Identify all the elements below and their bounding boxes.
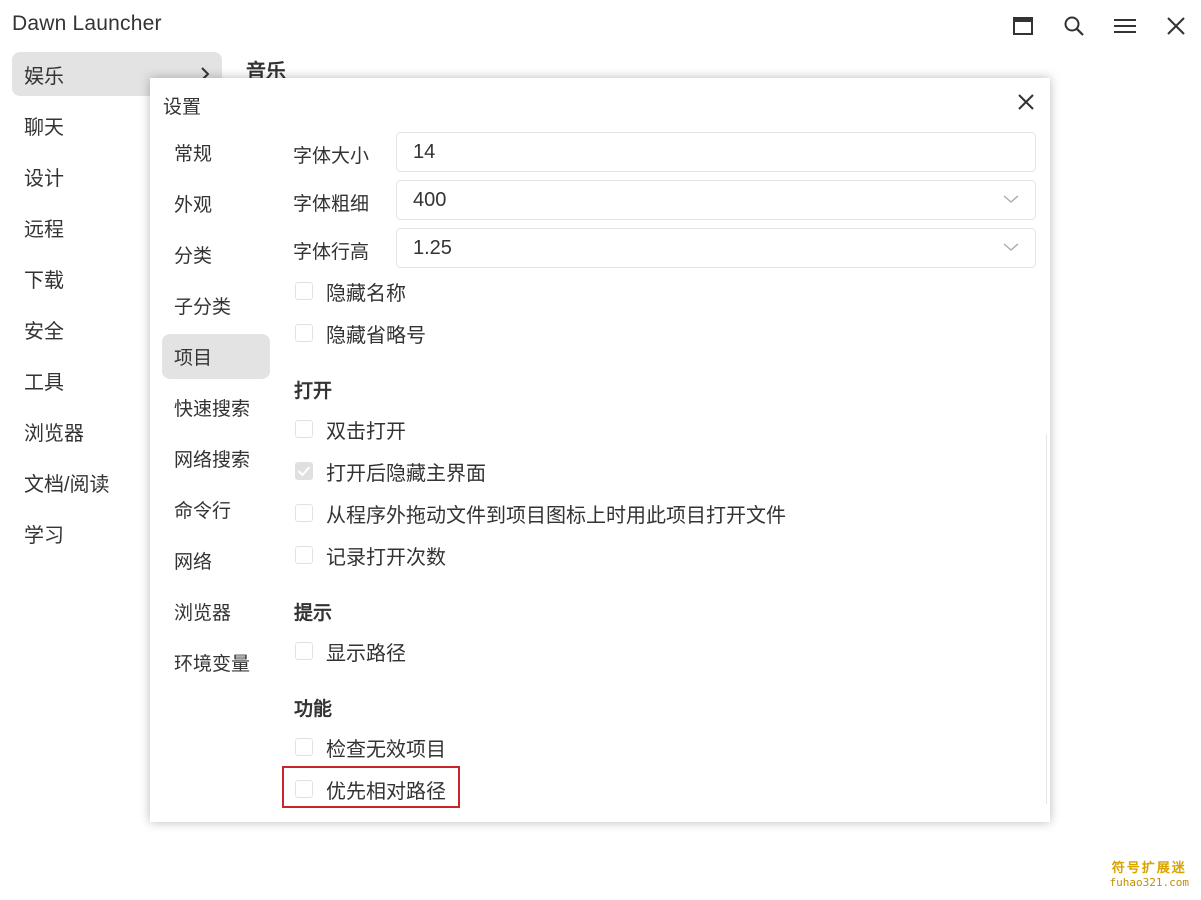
tab-label: 子分类 <box>174 297 232 318</box>
sidebar-item-label: 安全 <box>24 320 64 343</box>
section-title-features: 功能 <box>294 699 333 720</box>
chevron-down-icon <box>1003 243 1019 251</box>
watermark: 符号扩展迷 fuhao321.com <box>1110 857 1189 889</box>
dialog-title: 设置 <box>163 97 202 118</box>
line-height-label: 字体行高 <box>293 242 370 263</box>
hide-ellipsis-checkbox[interactable]: 隐藏省略号 <box>293 318 426 348</box>
checkbox-label: 从程序外拖动文件到项目图标上时用此项目打开文件 <box>326 504 786 527</box>
checkbox-box[interactable] <box>295 420 313 438</box>
close-icon[interactable] <box>1158 8 1194 44</box>
checkbox-box[interactable] <box>295 282 313 300</box>
line-height-value: 1.25 <box>413 236 452 259</box>
font-weight-row: 字体粗细 400 <box>293 180 1038 222</box>
tab-label: 网络搜索 <box>174 450 251 471</box>
line-height-select[interactable]: 1.25 <box>396 228 1036 268</box>
font-size-value: 14 <box>413 140 436 163</box>
checkbox-label: 显示路径 <box>326 642 406 665</box>
tab-label: 项目 <box>174 348 213 369</box>
checkbox-label: 打开后隐藏主界面 <box>326 462 486 485</box>
font-weight-select[interactable]: 400 <box>396 180 1036 220</box>
section-title-tips: 提示 <box>294 603 333 624</box>
tab-appearance[interactable]: 外观 <box>162 181 270 226</box>
sidebar-item-label: 浏览器 <box>24 422 84 445</box>
tab-item[interactable]: 项目 <box>162 334 270 379</box>
font-size-row: 字体大小 14 <box>293 132 1038 174</box>
sidebar-item-label: 下载 <box>24 269 64 292</box>
line-height-row: 字体行高 1.25 <box>293 228 1038 270</box>
tab-general[interactable]: 常规 <box>162 130 270 175</box>
tab-quick-search[interactable]: 快速搜索 <box>162 385 270 430</box>
checkmark-icon <box>297 466 311 477</box>
checkbox-label: 记录打开次数 <box>326 546 446 569</box>
tab-command-line[interactable]: 命令行 <box>162 487 270 532</box>
tab-category[interactable]: 分类 <box>162 232 270 277</box>
checkbox-box[interactable] <box>295 504 313 522</box>
show-path-checkbox[interactable]: 显示路径 <box>293 636 406 666</box>
sidebar-item-label: 工具 <box>24 371 64 394</box>
settings-nav: 常规 外观 分类 子分类 项目 快速搜索 网络搜索 命令行 网络 浏览器 环境变… <box>162 130 270 691</box>
tab-label: 常规 <box>174 144 213 165</box>
scrollbar-track[interactable] <box>1046 434 1047 804</box>
check-invalid-items-checkbox[interactable]: 检查无效项目 <box>293 732 446 762</box>
checkbox-label: 隐藏省略号 <box>326 324 426 347</box>
tab-label: 环境变量 <box>174 654 251 675</box>
sidebar-item-label: 聊天 <box>24 116 64 139</box>
checkbox-box[interactable] <box>295 546 313 564</box>
font-weight-value: 400 <box>413 188 447 211</box>
tab-label: 分类 <box>174 246 213 267</box>
font-size-input[interactable]: 14 <box>396 132 1036 172</box>
tab-label: 外观 <box>174 195 213 216</box>
window-maximize-icon[interactable] <box>1005 8 1041 44</box>
drag-file-open-checkbox[interactable]: 从程序外拖动文件到项目图标上时用此项目打开文件 <box>293 498 786 528</box>
hide-main-after-open-checkbox[interactable]: 打开后隐藏主界面 <box>293 456 486 486</box>
hide-name-checkbox[interactable]: 隐藏名称 <box>293 276 406 306</box>
app-title: Dawn Launcher <box>12 12 162 35</box>
tab-environment-variables[interactable]: 环境变量 <box>162 640 270 685</box>
annotation-highlight-box <box>282 766 460 808</box>
checkbox-label: 隐藏名称 <box>326 282 406 305</box>
watermark-title: 符号扩展迷 <box>1111 860 1187 875</box>
checkbox-label: 检查无效项目 <box>326 738 446 761</box>
settings-dialog: 设置 常规 外观 分类 子分类 项目 快速搜索 网络搜索 命令行 网络 浏览器 … <box>150 78 1050 822</box>
tab-web-search[interactable]: 网络搜索 <box>162 436 270 481</box>
sidebar-item-label: 学习 <box>24 524 64 547</box>
section-title-open: 打开 <box>294 381 333 402</box>
search-icon[interactable] <box>1056 8 1092 44</box>
tab-browser[interactable]: 浏览器 <box>162 589 270 634</box>
checkbox-label: 双击打开 <box>326 420 406 443</box>
font-weight-label: 字体粗细 <box>293 194 370 215</box>
settings-content: 字体大小 14 字体粗细 400 字体行高 1.25 隐藏名称 隐藏省略号 打开 <box>282 78 1038 822</box>
tab-label: 浏览器 <box>174 603 232 624</box>
tab-subcategory[interactable]: 子分类 <box>162 283 270 328</box>
watermark-url: fuhao321.com <box>1109 876 1189 889</box>
sidebar-item-label: 设计 <box>24 167 64 190</box>
sidebar-item-label: 文档/阅读 <box>24 473 110 496</box>
tab-label: 快速搜索 <box>174 399 251 420</box>
sidebar-item-label: 娱乐 <box>24 65 64 88</box>
double-click-open-checkbox[interactable]: 双击打开 <box>293 414 406 444</box>
chevron-down-icon <box>1003 195 1019 203</box>
font-size-label: 字体大小 <box>293 146 370 167</box>
checkbox-box[interactable] <box>295 324 313 342</box>
checkbox-box[interactable] <box>295 738 313 756</box>
checkbox-box[interactable] <box>295 462 313 480</box>
tab-label: 网络 <box>174 552 213 573</box>
menu-icon[interactable] <box>1107 8 1143 44</box>
record-open-count-checkbox[interactable]: 记录打开次数 <box>293 540 446 570</box>
tab-label: 命令行 <box>174 501 232 522</box>
tab-network[interactable]: 网络 <box>162 538 270 583</box>
checkbox-box[interactable] <box>295 642 313 660</box>
sidebar-item-label: 远程 <box>24 218 64 241</box>
